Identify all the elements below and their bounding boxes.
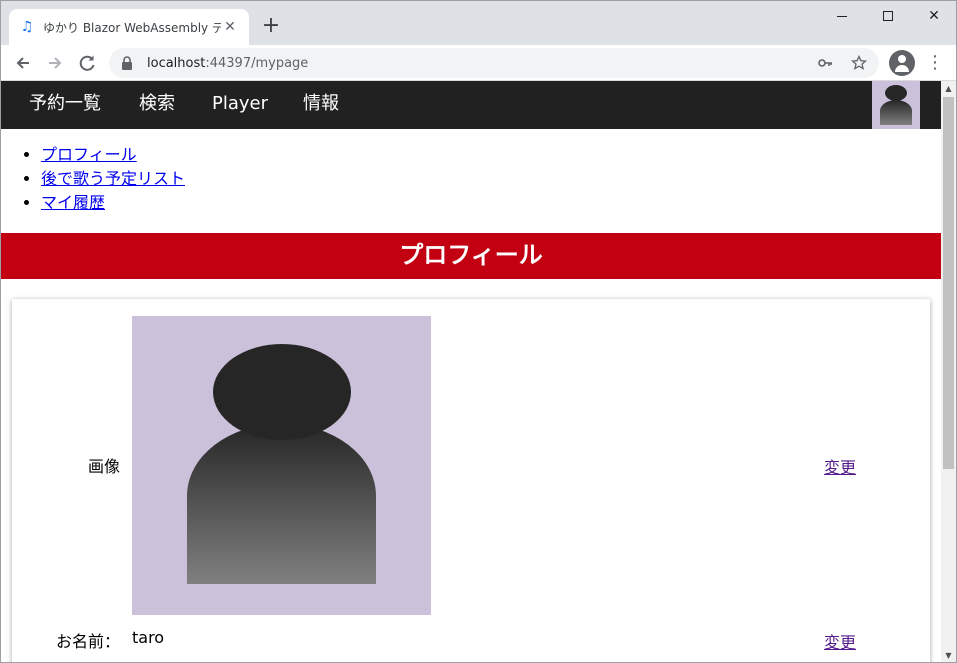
nav-info[interactable]: 情報 [303, 81, 339, 129]
site-navbar: 予約一覧 検索 Player 情報 [1, 81, 941, 129]
star-icon[interactable] [851, 55, 867, 71]
close-window-button[interactable]: ✕ [911, 1, 956, 31]
browser-toolbar: localhost:44397/mypage ⋮ [1, 45, 956, 81]
user-avatar[interactable] [872, 81, 920, 129]
address-bar[interactable]: localhost:44397/mypage [109, 48, 879, 78]
profile-avatar-icon[interactable] [889, 50, 915, 76]
music-note-icon: ♫ [20, 19, 34, 35]
section-title: プロフィール [1, 233, 941, 279]
nav-search[interactable]: 検索 [139, 81, 175, 129]
nav-player[interactable]: Player [212, 81, 268, 129]
page-scrollbar[interactable]: ▲ ▼ [941, 81, 956, 662]
image-label: 画像 [88, 457, 121, 476]
scroll-thumb[interactable] [943, 97, 954, 469]
list-item: プロフィール [41, 143, 185, 167]
link-my-history[interactable]: マイ履歴 [41, 193, 105, 212]
reload-button[interactable] [73, 49, 101, 77]
back-button[interactable] [9, 49, 37, 77]
tab-strip: ♫ ゆかり Blazor WebAssembly デモ ✕ + ✕ [1, 1, 956, 45]
name-label: お名前： [56, 632, 121, 651]
maximize-button[interactable] [865, 1, 911, 31]
page-viewport: 予約一覧 検索 Player 情報 プロフィール 後で [1, 81, 941, 662]
more-menu-icon[interactable]: ⋮ [925, 49, 945, 77]
change-name-link[interactable]: 変更 [824, 629, 856, 653]
url-host: localhost [147, 55, 206, 71]
mypage-sublinks: プロフィール 後で歌う予定リスト マイ履歴 [41, 143, 185, 215]
forward-button[interactable] [41, 49, 69, 77]
change-image-link[interactable]: 変更 [824, 454, 856, 478]
new-tab-button[interactable]: + [259, 15, 283, 39]
browser-window: ♫ ゆかり Blazor WebAssembly デモ ✕ + ✕ localh… [0, 0, 957, 663]
scroll-up-icon[interactable]: ▲ [941, 81, 956, 96]
name-value: taro [132, 628, 165, 647]
nav-reservations[interactable]: 予約一覧 [29, 81, 101, 129]
lock-icon [121, 56, 135, 70]
list-item: マイ履歴 [41, 191, 185, 215]
profile-card: 画像 変更 お名前： taro 変更 [12, 299, 930, 662]
close-tab-icon[interactable]: ✕ [221, 18, 239, 36]
scroll-down-icon[interactable]: ▼ [941, 648, 956, 662]
key-icon[interactable] [817, 55, 833, 71]
link-profile[interactable]: プロフィール [41, 145, 137, 164]
browser-tab[interactable]: ♫ ゆかり Blazor WebAssembly デモ ✕ [9, 9, 249, 45]
link-sing-later-list[interactable]: 後で歌う予定リスト [41, 169, 185, 188]
profile-image [132, 316, 431, 615]
minimize-button[interactable] [819, 1, 865, 31]
list-item: 後で歌う予定リスト [41, 167, 185, 191]
url-path: :44397/mypage [205, 55, 309, 71]
tab-title: ゆかり Blazor WebAssembly デモ [43, 20, 221, 35]
